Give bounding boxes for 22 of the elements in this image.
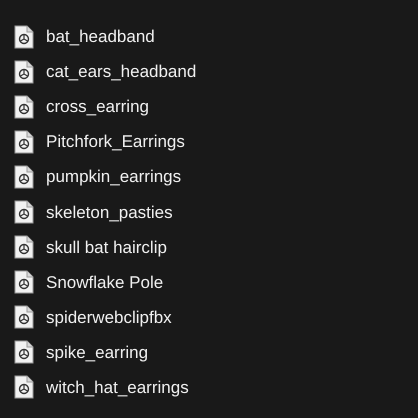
file-name[interactable]: skull bat hairclip: [46, 238, 167, 256]
file-icon: [14, 235, 34, 260]
file-name[interactable]: witch_hat_earrings: [46, 378, 189, 396]
file-name[interactable]: cat_ears_headband: [46, 63, 196, 80]
file-name[interactable]: spike_earring: [46, 344, 148, 361]
file-name[interactable]: pumpkin_earrings: [46, 168, 182, 186]
file-icon: [14, 305, 34, 330]
file-icon: [14, 60, 34, 84]
file-icon: [14, 270, 34, 294]
file-icon: [14, 200, 34, 224]
file-icon: [14, 375, 34, 400]
file-name[interactable]: Snowflake Pole: [46, 274, 164, 291]
file-name[interactable]: spiderwebclipfbx: [46, 308, 172, 326]
file-name[interactable]: bat_headband: [46, 28, 155, 46]
file-icon: [14, 130, 34, 154]
file-icon: [14, 164, 34, 189]
file-icon: [14, 94, 34, 119]
file-name[interactable]: skeleton_pasties: [46, 204, 173, 221]
file-icon: [14, 340, 34, 364]
file-icon: [14, 24, 34, 49]
file-name[interactable]: Pitchfork_Earrings: [46, 133, 185, 150]
file-name[interactable]: cross_earring: [46, 98, 149, 116]
